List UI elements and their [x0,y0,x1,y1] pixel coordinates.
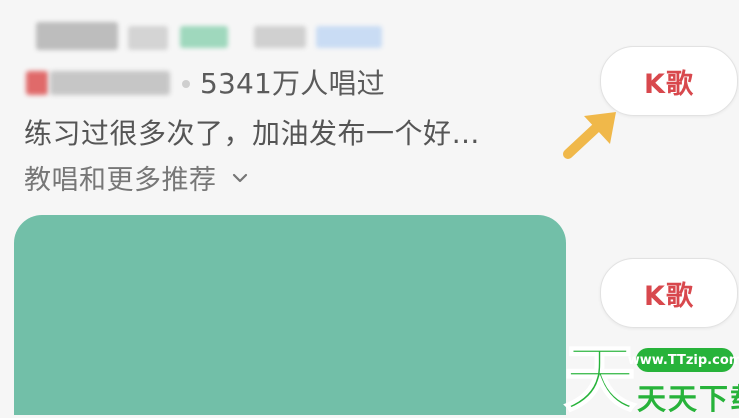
watermark-url: www.TTzip.com [628,348,739,372]
watermark-name: 天天下载 [637,382,739,416]
separator-dot [182,80,190,88]
song-stats: 5341万人唱过 [26,62,385,102]
song-cover-placeholder[interactable] [14,215,566,415]
arrow-pointer-icon [563,112,616,159]
sing-count: 5341万人唱过 [200,67,385,100]
more-recommend-label: 教唱和更多推荐 [24,165,217,196]
watermark-logo-char: 天 [564,338,636,414]
kge-button-1[interactable]: K歌 [600,46,738,116]
chevron-down-icon [232,173,247,182]
kge-button-2[interactable]: K歌 [600,258,738,328]
song-title-blurred [30,16,430,56]
more-recommend-toggle[interactable]: 教唱和更多推荐 [24,158,249,197]
kge-button-label: K歌 [644,68,694,100]
song-subtitle: 练习过很多次了，加油发布一个好… [24,117,481,150]
kge-button-label: K歌 [644,280,694,312]
artist-name-blurred [26,69,176,97]
watermark-logo-icon: 天 [563,338,637,414]
